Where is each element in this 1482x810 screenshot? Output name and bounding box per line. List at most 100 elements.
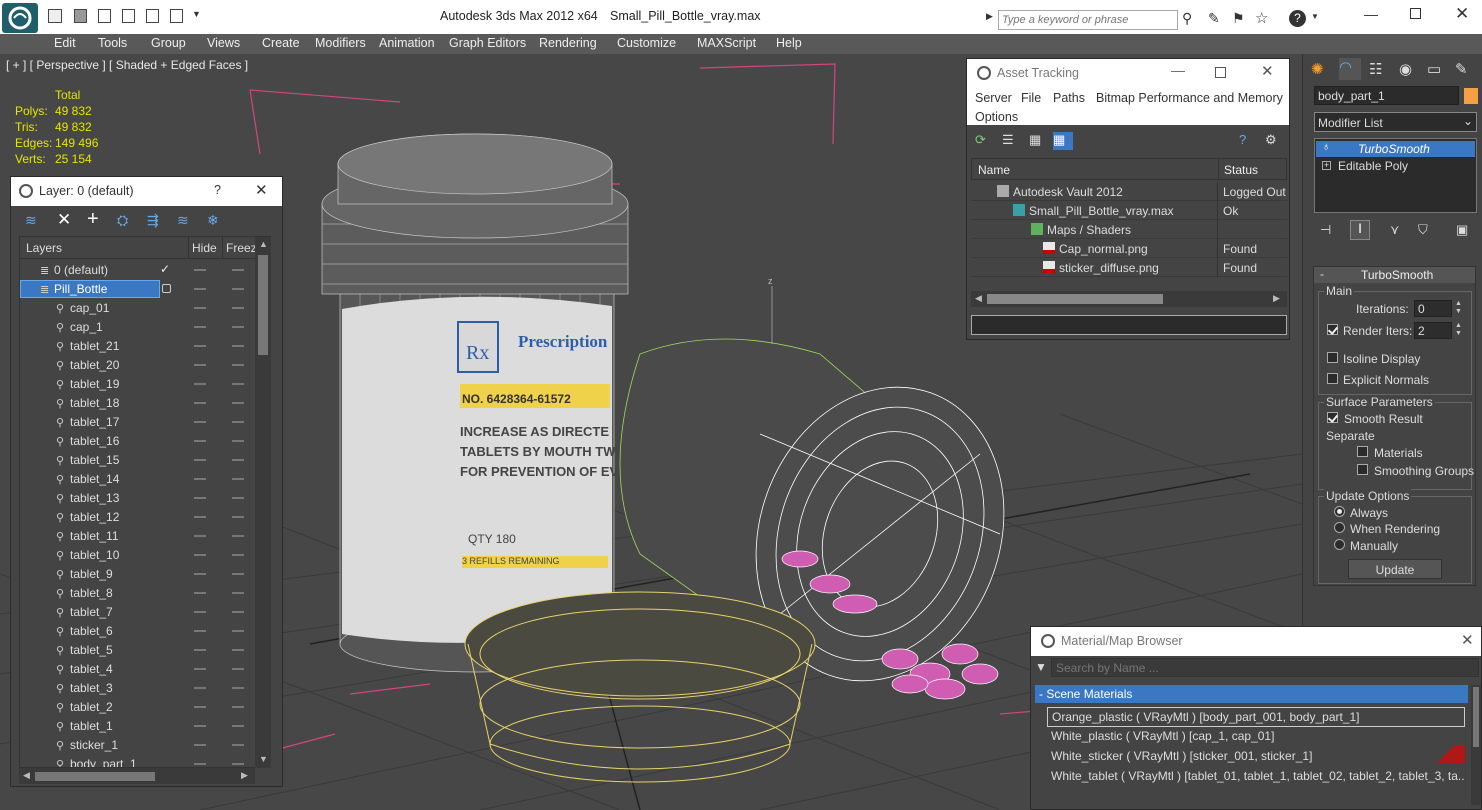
expand-plus-icon[interactable]: +: [1322, 161, 1331, 170]
viewport-label[interactable]: [ + ] [ Perspective ] [ Shaded + Edged F…: [6, 58, 248, 72]
dropdown-arrow-icon[interactable]: ▼: [192, 9, 202, 23]
freeze-all-icon[interactable]: ❄: [207, 212, 225, 230]
hide-toggle[interactable]: [194, 364, 206, 366]
menu-views[interactable]: Views: [207, 36, 240, 50]
asset-row[interactable]: sticker_diffuse.png Found: [971, 258, 1287, 277]
pin-stack-icon[interactable]: ⊣: [1320, 222, 1338, 240]
stack-item-turbosmooth[interactable]: ♁ TurboSmooth: [1316, 141, 1475, 157]
save-icon[interactable]: [74, 9, 87, 23]
menu-animation[interactable]: Animation: [379, 36, 435, 50]
layer-row[interactable]: ≣ 0 (default) ✓: [20, 261, 256, 280]
hide-toggle[interactable]: [194, 440, 206, 442]
display-tab-icon[interactable]: ▭: [1427, 60, 1445, 78]
hide-toggle[interactable]: [194, 421, 206, 423]
stack-item-editable-poly[interactable]: + Editable Poly: [1316, 158, 1475, 174]
asset-help-icon[interactable]: ?: [1239, 132, 1257, 150]
maximize-button[interactable]: [1410, 8, 1421, 19]
favorites-star-icon[interactable]: ☆: [1255, 9, 1268, 27]
freeze-toggle[interactable]: [232, 687, 244, 689]
update-always-radio[interactable]: [1334, 506, 1345, 517]
layer-row[interactable]: ⚲ tablet_11: [20, 527, 256, 546]
freeze-toggle[interactable]: [232, 440, 244, 442]
freeze-toggle[interactable]: [232, 269, 244, 271]
hide-toggle[interactable]: [194, 459, 206, 461]
asset-menu-paths[interactable]: Paths: [1053, 91, 1085, 105]
layer-row[interactable]: ⚲ tablet_15: [20, 451, 256, 470]
open-folder-icon[interactable]: [48, 9, 62, 23]
layer-row[interactable]: ⚲ tablet_3: [20, 679, 256, 698]
layer-row[interactable]: ⚲ tablet_2: [20, 698, 256, 717]
layer-row[interactable]: ⚲ tablet_14: [20, 470, 256, 489]
material-row[interactable]: White_plastic ( VRayMtl ) [cap_1, cap_01…: [1047, 727, 1465, 747]
utilities-tab-icon[interactable]: ✎: [1455, 60, 1473, 78]
iterations-spinner-arrows[interactable]: ▲ ▼: [1455, 300, 1462, 316]
hide-toggle[interactable]: [194, 668, 206, 670]
asset-menu-server[interactable]: Server: [975, 91, 1012, 105]
app-logo-icon[interactable]: [2, 3, 38, 33]
freeze-toggle[interactable]: [232, 345, 244, 347]
material-vscrollbar[interactable]: [1471, 685, 1481, 805]
freeze-toggle[interactable]: [232, 459, 244, 461]
layer-row[interactable]: ⚲ tablet_16: [20, 432, 256, 451]
rollout-header[interactable]: - TurboSmooth: [1314, 267, 1475, 283]
table-view-icon[interactable]: ▦: [1053, 132, 1073, 150]
update-button[interactable]: Update: [1348, 559, 1442, 579]
menu-tools[interactable]: Tools: [98, 36, 127, 50]
layer-row[interactable]: ⚲ tablet_18: [20, 394, 256, 413]
layer-window-close-icon[interactable]: ✕: [255, 181, 268, 199]
hide-toggle[interactable]: [194, 554, 206, 556]
lightbulb-icon[interactable]: ♁: [1322, 141, 1330, 153]
menu-maxscript[interactable]: MAXScript: [697, 36, 756, 50]
hide-toggle[interactable]: [194, 725, 206, 727]
layer-row[interactable]: ⚲ sticker_1: [20, 736, 256, 755]
hide-toggle[interactable]: [194, 706, 206, 708]
layer-row[interactable]: ⚲ tablet_21: [20, 337, 256, 356]
update-when-rendering-radio[interactable]: [1334, 522, 1345, 533]
freeze-toggle[interactable]: [232, 383, 244, 385]
remove-modifier-icon[interactable]: ⛉: [1418, 222, 1436, 240]
asset-col-status[interactable]: Status: [1224, 163, 1258, 177]
undo-icon[interactable]: [98, 9, 111, 23]
column-layers[interactable]: Layers: [26, 241, 62, 255]
freeze-toggle[interactable]: [232, 630, 244, 632]
hide-toggle[interactable]: [194, 307, 206, 309]
hide-toggle[interactable]: [194, 630, 206, 632]
layer-list-vscrollbar[interactable]: ▲ ▼: [255, 237, 271, 768]
freeze-toggle[interactable]: [232, 326, 244, 328]
menu-group[interactable]: Group: [151, 36, 186, 50]
thumbnail-view-icon[interactable]: ▦: [1029, 132, 1047, 150]
set-current-layer-icon[interactable]: [162, 284, 171, 293]
hide-toggle[interactable]: [194, 402, 206, 404]
menu-graph-editors[interactable]: Graph Editors: [449, 36, 526, 50]
render-iters-checkbox[interactable]: [1327, 324, 1338, 335]
help-dropdown-icon[interactable]: ▼: [1311, 12, 1319, 21]
material-browser-close-icon[interactable]: ✕: [1461, 631, 1474, 649]
hide-toggle[interactable]: [194, 345, 206, 347]
hide-toggle[interactable]: [194, 288, 206, 290]
browser-options-icon[interactable]: ▼: [1035, 660, 1047, 674]
layer-row[interactable]: ⚲ body_part_1: [20, 755, 256, 767]
motion-tab-icon[interactable]: ◉: [1399, 60, 1417, 78]
layer-row[interactable]: ⚲ tablet_8: [20, 584, 256, 603]
separate-materials-checkbox[interactable]: [1357, 446, 1368, 457]
layer-row[interactable]: ⚲ tablet_7: [20, 603, 256, 622]
menu-edit[interactable]: Edit: [54, 36, 76, 50]
hierarchy-tab-icon[interactable]: ☷: [1369, 60, 1387, 78]
layer-row[interactable]: ⚲ tablet_20: [20, 356, 256, 375]
material-search-input[interactable]: [1051, 658, 1479, 677]
freeze-toggle[interactable]: [232, 421, 244, 423]
asset-path-field[interactable]: [971, 315, 1287, 335]
layer-window-help[interactable]: ?: [214, 183, 221, 197]
asset-tracking-titlebar[interactable]: Asset Tracking — ✕ Server File Paths Bit…: [967, 59, 1289, 125]
render-iters-spinner-arrows[interactable]: ▲ ▼: [1455, 322, 1462, 338]
highlight-layer-icon[interactable]: ⇶: [147, 212, 165, 230]
asset-maximize-button[interactable]: [1215, 67, 1226, 78]
asset-close-button[interactable]: ✕: [1261, 62, 1274, 80]
hide-toggle[interactable]: [194, 592, 206, 594]
layer-row[interactable]: ⚲ tablet_6: [20, 622, 256, 641]
freeze-toggle[interactable]: [232, 592, 244, 594]
freeze-toggle[interactable]: [232, 573, 244, 575]
asset-col-name[interactable]: Name: [978, 163, 1010, 177]
layer-window-titlebar[interactable]: Layer: 0 (default) ? ✕: [11, 177, 282, 206]
smooth-result-checkbox[interactable]: [1327, 412, 1338, 423]
